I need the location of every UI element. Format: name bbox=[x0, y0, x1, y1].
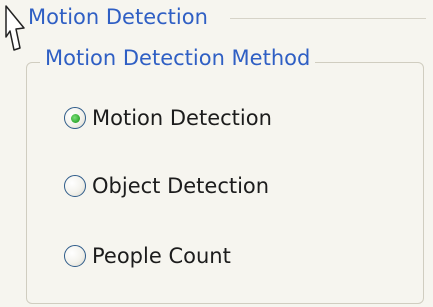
radio-label[interactable]: People Count bbox=[92, 244, 231, 268]
outer-group-border bbox=[230, 18, 426, 19]
outer-group-title: Motion Detection bbox=[28, 5, 212, 29]
radio-button-selected[interactable] bbox=[64, 107, 86, 129]
method-group-title: Motion Detection Method bbox=[40, 46, 316, 70]
mouse-pointer-icon bbox=[5, 5, 25, 51]
radio-option-object-detection[interactable]: Object Detection bbox=[64, 172, 269, 200]
radio-option-people-count[interactable]: People Count bbox=[64, 242, 231, 270]
radio-button[interactable] bbox=[64, 175, 86, 197]
radio-label[interactable]: Motion Detection bbox=[92, 106, 272, 130]
radio-selected-dot bbox=[70, 113, 80, 123]
radio-label[interactable]: Object Detection bbox=[92, 174, 269, 198]
radio-button[interactable] bbox=[64, 245, 86, 267]
radio-option-motion-detection[interactable]: Motion Detection bbox=[64, 104, 272, 132]
